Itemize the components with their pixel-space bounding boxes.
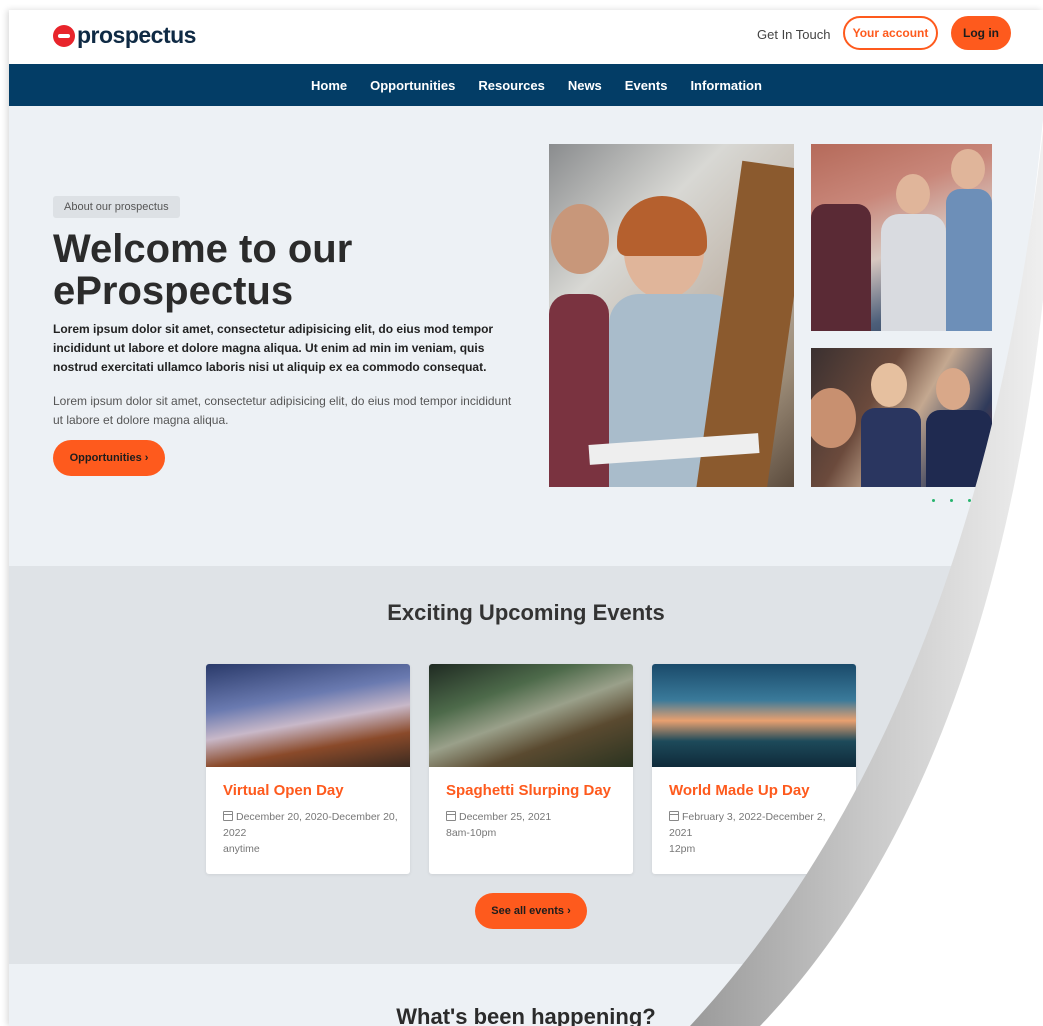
event-date: December 20, 2020-December 20, 2022 anyt… xyxy=(223,809,403,857)
hero-section: About our prospectus Welcome to our ePro… xyxy=(9,106,1043,566)
event-time: anytime xyxy=(223,843,260,855)
event-date-text: December 25, 2021 xyxy=(459,811,552,823)
nav-items: Home Opportunities Resources News Events… xyxy=(311,64,762,106)
event-card[interactable]: Virtual Open Day December 20, 2020-Decem… xyxy=(206,664,410,874)
event-time: 12pm xyxy=(669,843,696,855)
happening-title: What's been happening? xyxy=(396,1004,656,1026)
get-in-touch-link[interactable]: Get In Touch xyxy=(757,27,830,42)
nav-item-news[interactable]: News xyxy=(568,78,602,93)
event-title[interactable]: Spaghetti Slurping Day xyxy=(446,782,611,799)
event-image xyxy=(429,664,633,767)
see-all-events-button[interactable]: See all events › xyxy=(475,893,587,929)
calendar-icon xyxy=(669,811,679,821)
page: prospectus Get In Touch Your account Log… xyxy=(9,10,1043,1026)
hero-body-text: Lorem ipsum dolor sit amet, consectetur … xyxy=(53,394,512,427)
event-time: 8am-10pm xyxy=(446,827,497,839)
happening-section: What's been happening? xyxy=(9,964,1043,1026)
about-pill: About our prospectus xyxy=(53,196,180,218)
nav-item-opportunities[interactable]: Opportunities xyxy=(370,78,455,93)
event-date-text: February 3, 2022-December 2, 2021 xyxy=(669,811,826,839)
hero-lead-text: Lorem ipsum dolor sit amet, consectetur … xyxy=(53,322,494,374)
calendar-icon xyxy=(223,811,233,821)
main-nav: Home Opportunities Resources News Events… xyxy=(9,64,1043,106)
nav-item-information[interactable]: Information xyxy=(690,78,762,93)
students-studying-photo xyxy=(811,348,992,487)
event-image xyxy=(652,664,856,767)
login-button[interactable]: Log in xyxy=(951,16,1011,50)
event-title[interactable]: World Made Up Day xyxy=(669,782,810,799)
your-account-button[interactable]: Your account xyxy=(843,16,938,50)
event-card[interactable]: World Made Up Day February 3, 2022-Decem… xyxy=(652,664,856,874)
calendar-icon xyxy=(446,811,456,821)
nav-item-events[interactable]: Events xyxy=(625,78,668,93)
event-title[interactable]: Virtual Open Day xyxy=(223,782,344,799)
nav-item-resources[interactable]: Resources xyxy=(478,78,544,93)
events-section: Exciting Upcoming Events Virtual Open Da… xyxy=(9,566,1043,964)
students-on-steps-photo xyxy=(811,144,992,331)
logo[interactable]: prospectus xyxy=(53,22,196,49)
students-classroom-photo xyxy=(549,144,794,487)
events-title: Exciting Upcoming Events xyxy=(387,600,665,625)
event-date-text: December 20, 2020-December 20, 2022 xyxy=(223,811,398,839)
event-date: December 25, 2021 8am-10pm xyxy=(446,809,626,841)
nav-item-home[interactable]: Home xyxy=(311,78,347,93)
top-header: prospectus Get In Touch Your account Log… xyxy=(9,10,1043,64)
logo-text: prospectus xyxy=(77,22,196,48)
event-card[interactable]: Spaghetti Slurping Day December 25, 2021… xyxy=(429,664,633,874)
hero-title: Welcome to our eProspectus xyxy=(53,227,353,313)
event-date: February 3, 2022-December 2, 2021 12pm xyxy=(669,809,849,857)
event-image xyxy=(206,664,410,767)
opportunities-button[interactable]: Opportunities › xyxy=(53,440,165,476)
logo-mark-icon xyxy=(53,24,75,47)
